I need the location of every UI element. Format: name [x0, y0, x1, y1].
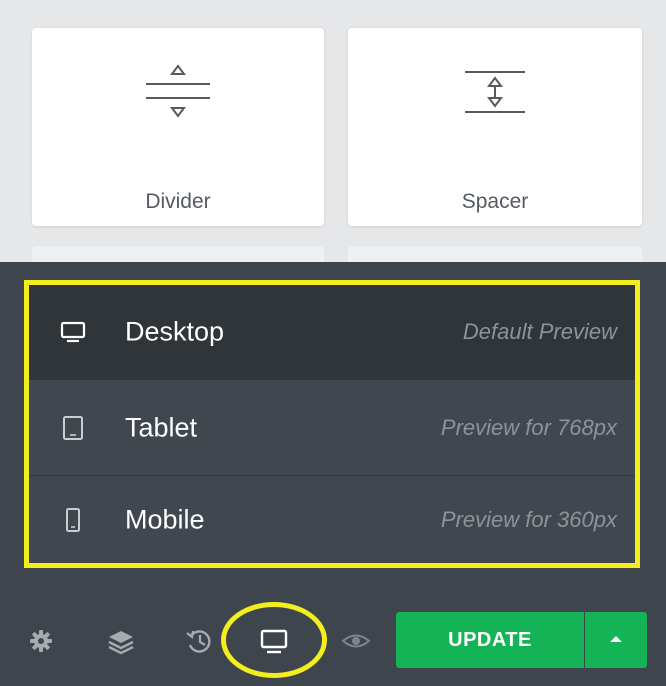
device-option-desktop[interactable]: Desktop Default Preview — [29, 285, 635, 379]
update-options-button[interactable] — [585, 612, 647, 668]
eye-icon[interactable] — [339, 624, 373, 658]
device-label: Desktop — [125, 316, 225, 347]
highlight-ring — [221, 602, 327, 678]
widget-spacer[interactable]: Spacer — [348, 28, 642, 226]
gear-icon[interactable] — [24, 624, 58, 658]
device-mode-menu: Desktop Default Preview Tablet Preview f… — [24, 280, 640, 568]
bottom-toolbar: UPDATE — [0, 594, 666, 686]
widgets-panel: Divider Spacer — [0, 0, 666, 262]
widget-label: Spacer — [461, 190, 529, 213]
spacer-icon — [348, 60, 642, 132]
device-option-mobile[interactable]: Mobile Preview for 360px — [29, 475, 635, 564]
responsive-mode-panel: Desktop Default Preview Tablet Preview f… — [0, 262, 666, 594]
device-option-tablet[interactable]: Tablet Preview for 768px — [29, 379, 635, 476]
widget-divider[interactable]: Divider — [32, 28, 324, 226]
device-hint: Preview for 360px — [440, 507, 617, 532]
widget-card-partial — [348, 246, 642, 262]
device-label: Tablet — [125, 412, 198, 443]
caret-up-icon — [610, 636, 622, 642]
device-label: Mobile — [125, 504, 205, 535]
divider-icon — [32, 60, 324, 132]
widget-card-partial — [32, 246, 324, 262]
device-hint: Default Preview — [462, 319, 617, 344]
desktop-icon — [59, 318, 87, 346]
widget-label: Divider — [145, 190, 211, 213]
tablet-icon — [59, 414, 87, 442]
device-hint: Preview for 768px — [440, 415, 617, 440]
update-button[interactable]: UPDATE — [396, 612, 584, 668]
layers-icon[interactable] — [104, 624, 138, 658]
history-icon[interactable] — [182, 624, 216, 658]
mobile-icon — [59, 506, 87, 534]
